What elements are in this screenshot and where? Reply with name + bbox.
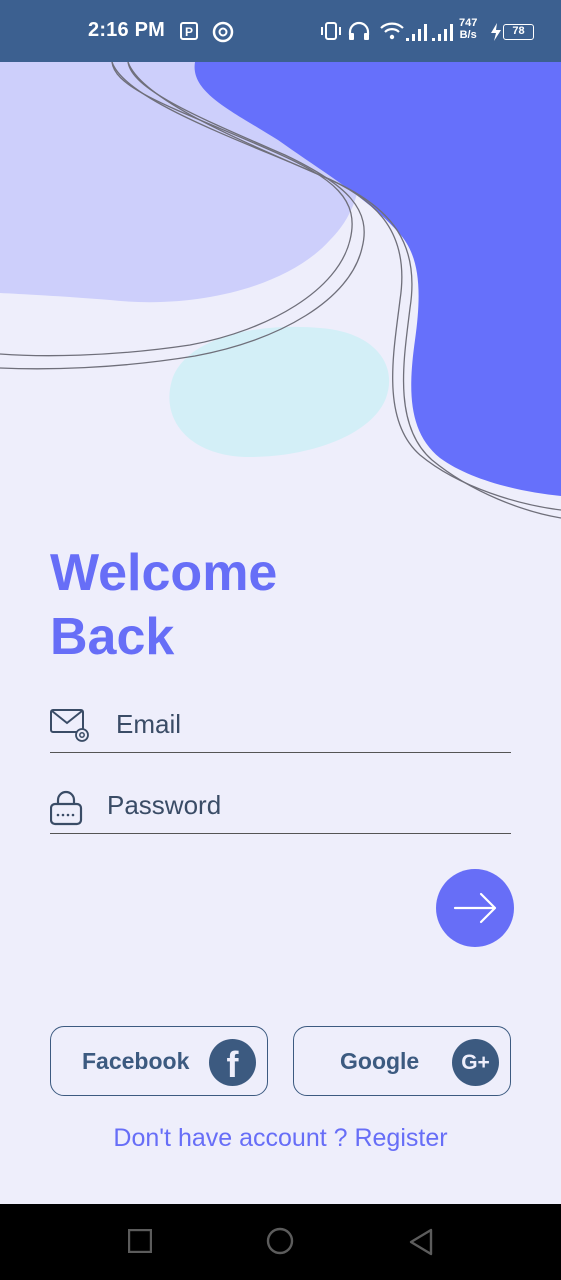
- navigation-bar: [0, 1204, 561, 1280]
- facebook-button[interactable]: Facebook f: [50, 1026, 268, 1096]
- signal-icon: [406, 24, 427, 41]
- vibrate-icon: [321, 22, 341, 40]
- svg-text:P: P: [185, 25, 193, 39]
- headphones-icon: [348, 21, 370, 40]
- email-field[interactable]: [50, 697, 511, 753]
- network-speed: 747 B/s: [459, 17, 477, 41]
- register-link[interactable]: Don't have account ? Register: [0, 1124, 561, 1153]
- charging-icon: [491, 23, 501, 41]
- password-input[interactable]: [107, 788, 487, 822]
- title-line-1: Welcome: [50, 544, 278, 602]
- lock-icon: [50, 790, 83, 826]
- signal-icon-2: [432, 24, 453, 41]
- email-input[interactable]: [116, 707, 496, 741]
- google-glyph: G+: [461, 1051, 490, 1074]
- google-label: Google: [340, 1048, 420, 1074]
- google-button[interactable]: Google G+: [293, 1026, 511, 1096]
- parking-app-icon: P: [180, 22, 198, 40]
- back-icon[interactable]: [408, 1228, 434, 1256]
- cyan-blob: [169, 326, 390, 457]
- status-bar: 2:16 PM P 747 B/s 78: [0, 0, 561, 62]
- network-speed-value: 747: [459, 17, 478, 29]
- at-sign-icon: [212, 21, 234, 43]
- status-time: 2:16 PM: [88, 19, 165, 41]
- arrow-right-icon: [453, 892, 497, 924]
- battery-icon: 78: [503, 24, 534, 40]
- wifi-icon: [380, 22, 404, 40]
- page-title: Welcome Back: [50, 541, 370, 669]
- submit-button[interactable]: [436, 869, 514, 947]
- home-icon[interactable]: [266, 1227, 294, 1255]
- title-line-2: Back: [50, 608, 175, 666]
- password-field[interactable]: [50, 778, 511, 834]
- facebook-label: Facebook: [82, 1048, 190, 1074]
- recent-apps-icon[interactable]: [128, 1229, 152, 1253]
- facebook-glyph: f: [226, 1044, 239, 1085]
- network-speed-unit: B/s: [459, 29, 477, 41]
- facebook-icon: f: [209, 1039, 256, 1086]
- background-illustration: [0, 62, 561, 519]
- google-plus-icon: G+: [452, 1039, 499, 1086]
- email-icon: [50, 709, 89, 742]
